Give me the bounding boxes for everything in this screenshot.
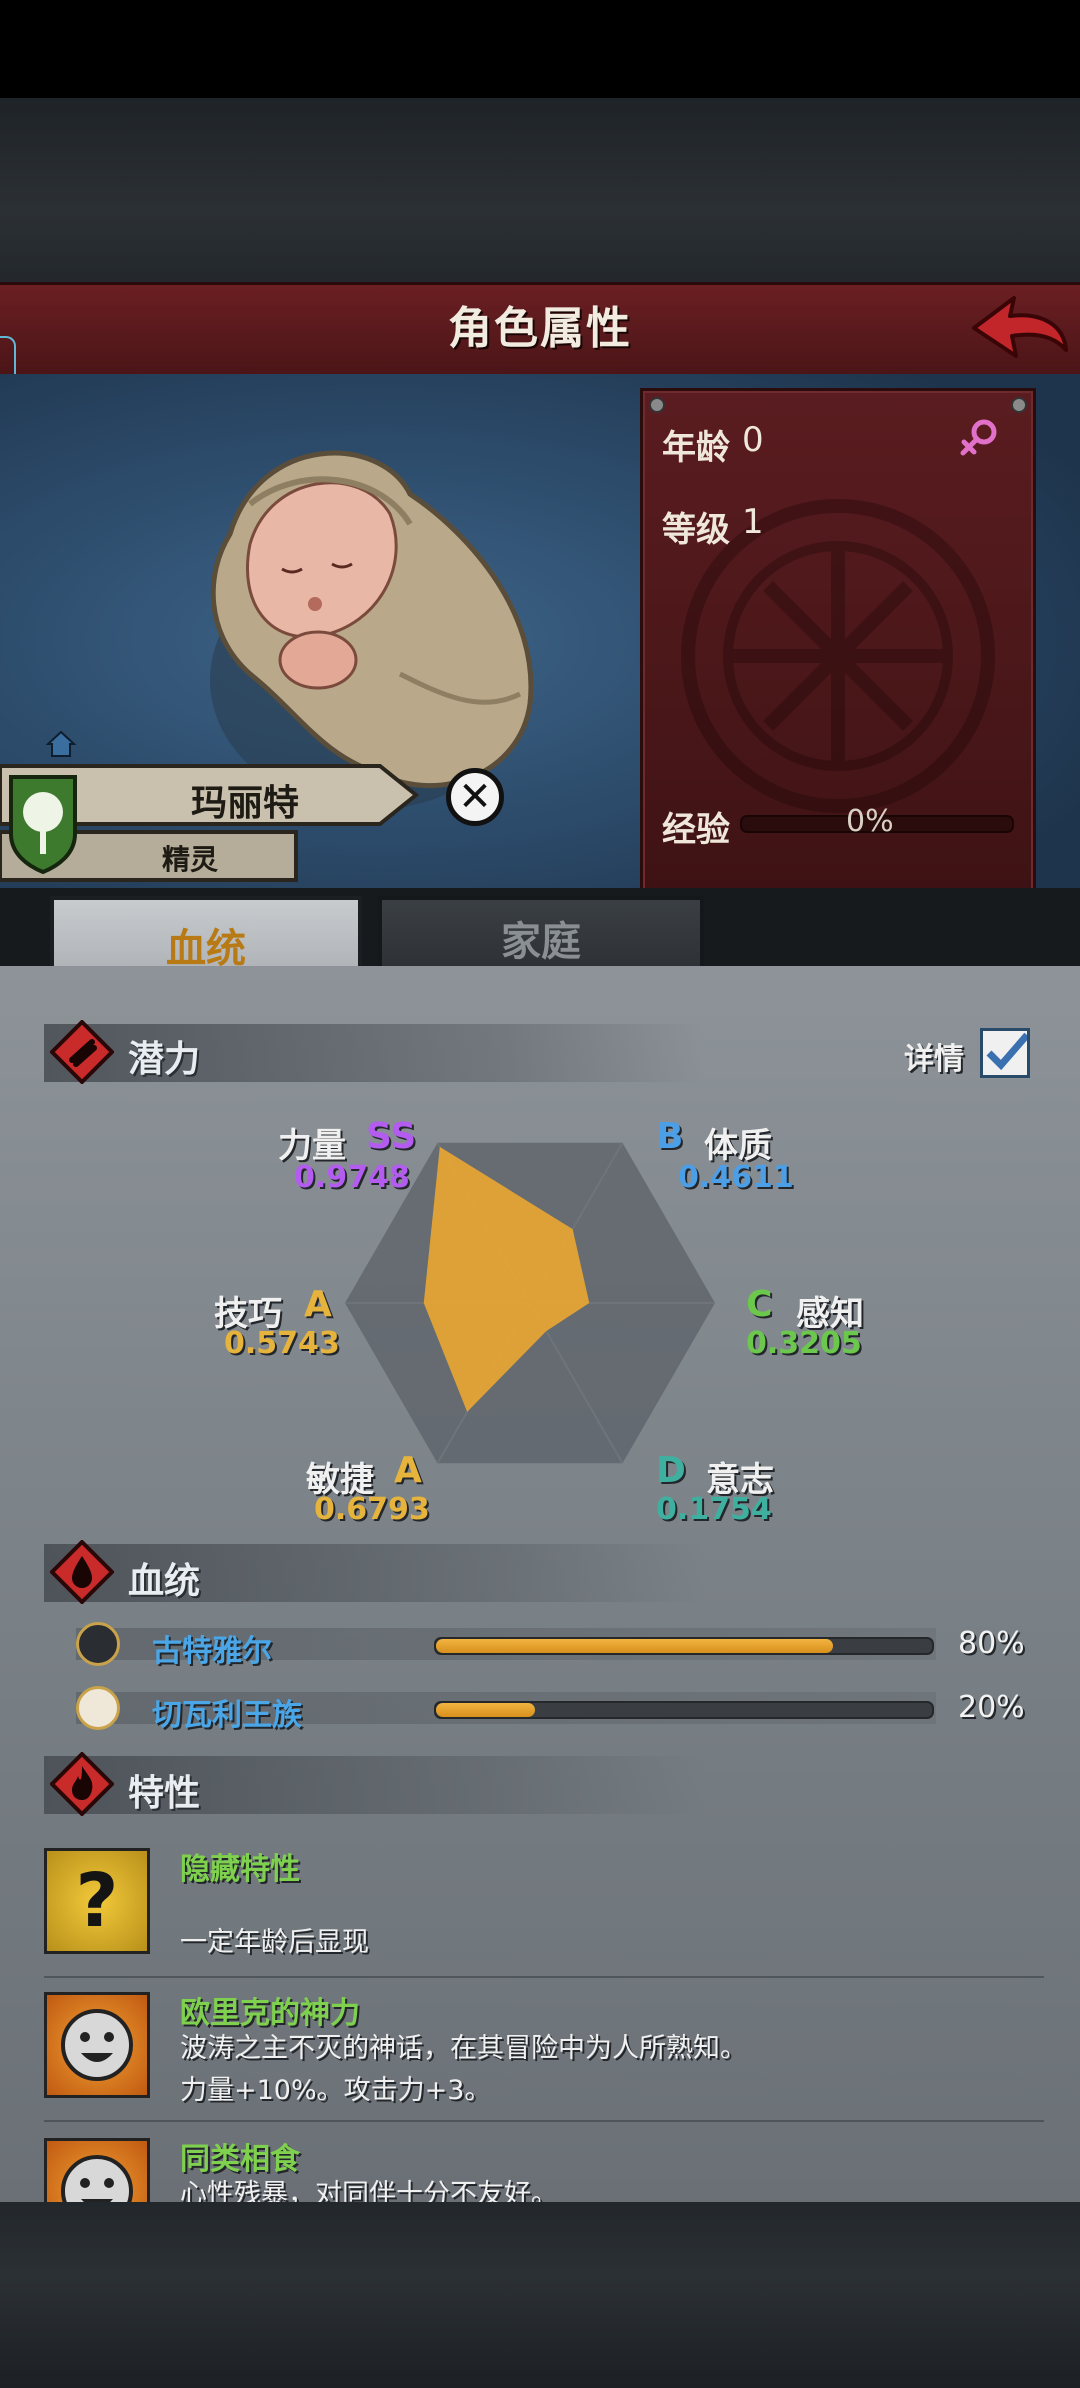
stat-grade-skill: A (304, 1284, 332, 1325)
stat-value-strength: 0.9748 (294, 1160, 410, 1195)
stat-grade-agility: A (394, 1450, 422, 1491)
stat-grade-strength: SS (366, 1116, 417, 1157)
detail-label: 详情 (904, 1042, 964, 1077)
stat-grade-perception: C (746, 1284, 773, 1325)
divider (44, 1976, 1044, 1978)
stat-grade-constitution: B (656, 1116, 684, 1157)
dismiss-character-button[interactable]: ✕ (446, 768, 504, 826)
trait-description: 心性残暴，对同伴十分不友好。 (180, 2179, 558, 2202)
bloodline-bar (434, 1701, 934, 1719)
character-name: 玛丽特 (190, 783, 299, 824)
potential-title: 潜力 (128, 1039, 201, 1080)
rivet (1011, 397, 1027, 413)
trait-description: 一定年龄后显现 (180, 1927, 369, 1958)
stat-value-skill: 0.5743 (224, 1326, 340, 1361)
smiley-face-icon (44, 2138, 150, 2202)
stat-grade-willpower: D (656, 1450, 686, 1491)
stat-value-agility: 0.6793 (314, 1492, 430, 1527)
trait-title: 隐藏特性 (180, 1852, 300, 1887)
bloodline-name: 古特雅尔 (152, 1634, 272, 1669)
back-button[interactable] (970, 290, 1070, 366)
detail-checkbox[interactable] (980, 1028, 1030, 1078)
exp-value: 0% (846, 804, 894, 839)
smiley-face-icon (44, 1992, 150, 2098)
trait-title: 同类相食 (180, 2142, 300, 2177)
stat-value-willpower: 0.1754 (656, 1492, 772, 1527)
age-value: 0 (742, 420, 764, 460)
bloodline-emblem-icon (76, 1622, 120, 1666)
female-gender-icon (958, 418, 998, 458)
level-value: 1 (742, 502, 764, 542)
blood-drop-icon (49, 1539, 115, 1605)
status-bar-area (0, 0, 1080, 98)
bloodline-bar-fill (436, 1703, 536, 1717)
bloodline-percent: 20% (958, 1690, 1025, 1725)
age-label: 年龄 (662, 428, 730, 468)
divider (44, 2120, 1044, 2122)
trait-effect: 力量+10%。攻击力+3。 (180, 2075, 492, 2106)
tree-crest-icon (8, 774, 78, 875)
trait-title: 欧里克的神力 (180, 1996, 360, 2031)
rivet (649, 397, 665, 413)
stat-value-constitution: 0.4611 (678, 1160, 794, 1195)
flame-icon (49, 1751, 115, 1817)
trait-description: 波涛之主不灭的神话，在其冒险中为人所熟知。 (180, 2033, 747, 2064)
stat-value-perception: 0.3205 (746, 1326, 862, 1361)
checkmark-icon (986, 1032, 1030, 1071)
bloodline-bar (434, 1637, 934, 1655)
level-label: 等级 (662, 510, 730, 550)
bottom-backdrop (0, 2202, 1080, 2388)
question-mark-icon: ? (44, 1848, 150, 1954)
exp-label: 经验 (662, 810, 730, 850)
top-backdrop (0, 98, 1080, 286)
character-race: 精灵 (161, 843, 218, 876)
house-icon (45, 730, 77, 758)
bloodline-name: 切瓦利王族 (152, 1698, 302, 1733)
potential-diamond-icon (49, 1019, 115, 1085)
back-arrow-icon (972, 296, 1068, 358)
scales-icon (76, 1686, 120, 1730)
bloodline-title: 血统 (128, 1561, 201, 1602)
trait-clip: 同类相食 心性残暴，对同伴十分不友好。 (0, 2130, 1080, 2202)
traits-title: 特性 (128, 1773, 201, 1814)
bloodline-bar-fill (436, 1639, 833, 1653)
close-icon: ✕ (458, 774, 492, 820)
bloodline-percent: 80% (958, 1626, 1025, 1661)
page-title: 角色属性 (448, 303, 632, 354)
